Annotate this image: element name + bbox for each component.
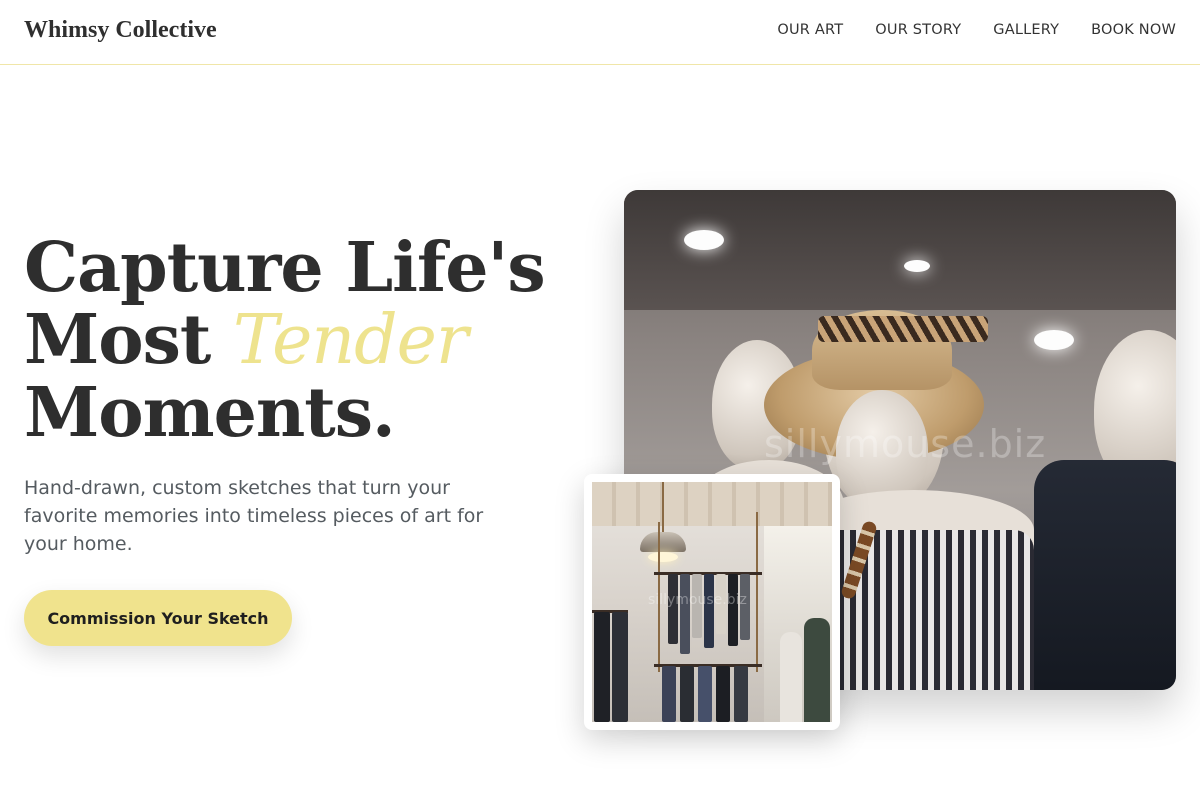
striped-blouse xyxy=(814,530,1034,690)
hanging-garment xyxy=(680,666,694,722)
site-logo[interactable]: Whimsy Collective xyxy=(24,17,217,44)
nav-link-our-story[interactable]: OUR STORY xyxy=(875,22,961,38)
pendant-lamp xyxy=(640,532,686,552)
hero-subtitle: Hand-drawn, custom sketches that turn yo… xyxy=(24,477,484,555)
wood-ceiling xyxy=(592,482,832,526)
ceiling-light xyxy=(904,260,930,272)
leopard-hat-band xyxy=(818,316,988,342)
hanging-garment xyxy=(680,574,690,654)
inset-photo-watermark: sillymouse.biz xyxy=(648,592,747,608)
hero-inset-photo-frame: sillymouse.biz xyxy=(584,474,840,730)
nav-link-book-now[interactable]: BOOK NOW xyxy=(1091,22,1176,38)
site-header: Whimsy Collective OUR ART OUR STORY GALL… xyxy=(0,0,1200,65)
pendant-cord xyxy=(662,482,664,536)
hero-inset-photo: sillymouse.biz xyxy=(592,482,832,722)
hanging-garment xyxy=(594,612,610,722)
hero-title-accent-word: Tender xyxy=(233,301,468,380)
shopper xyxy=(780,632,802,722)
hero-title-line-2-prefix: Most xyxy=(24,300,233,380)
hanging-garment xyxy=(612,612,628,722)
hanging-garment xyxy=(662,666,676,722)
hanging-garment xyxy=(704,574,714,648)
hero-title-line-3: Moments. xyxy=(24,373,396,453)
hero-title-line-1: Capture Life's xyxy=(24,228,546,308)
store-ceiling xyxy=(624,190,1176,310)
nav-link-gallery[interactable]: GALLERY xyxy=(993,22,1059,38)
hero-title: Capture Life's Most Tender Moments. xyxy=(24,232,584,449)
hanging-garment xyxy=(734,666,748,722)
ceiling-light xyxy=(684,230,724,250)
main-nav: OUR ART OUR STORY GALLERY BOOK NOW xyxy=(777,22,1176,38)
pendant-lamp-glow xyxy=(648,552,678,562)
nav-link-our-art[interactable]: OUR ART xyxy=(777,22,843,38)
hanging-garment xyxy=(716,666,730,722)
hanging-garment xyxy=(728,574,738,646)
ceiling-light xyxy=(1034,330,1074,350)
rack-rope-right xyxy=(756,512,758,672)
commission-sketch-button[interactable]: Commission Your Sketch xyxy=(24,590,292,646)
main-photo-watermark: sillymouse.biz xyxy=(764,422,1047,466)
shopper xyxy=(804,618,830,722)
dark-jacket xyxy=(1034,460,1176,690)
hanging-garment xyxy=(668,574,678,644)
hero-title-line-2: Most Tender xyxy=(24,304,584,377)
hanging-garment xyxy=(698,666,712,722)
